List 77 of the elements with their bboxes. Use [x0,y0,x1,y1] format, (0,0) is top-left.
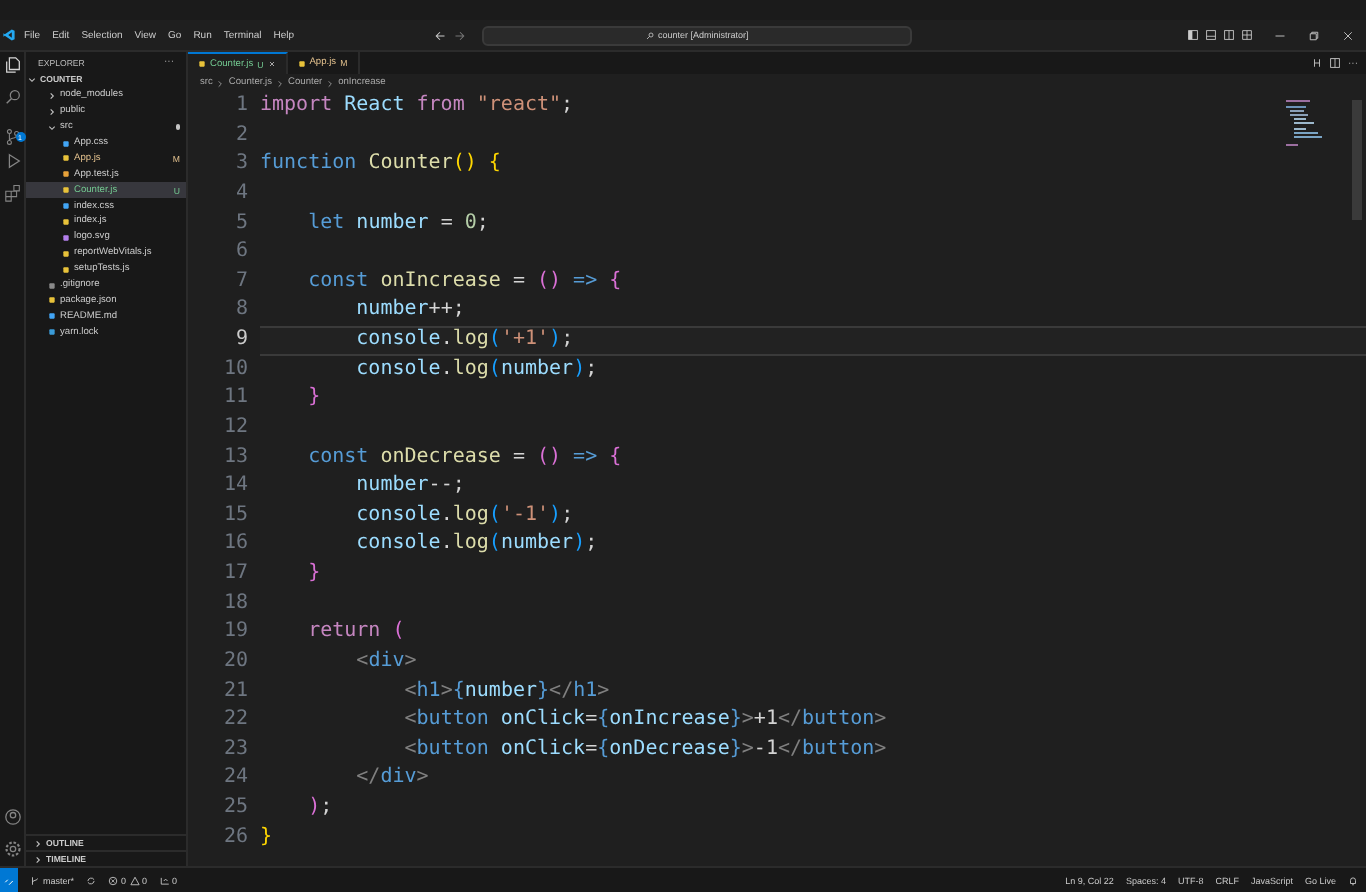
account-icon[interactable] [3,808,21,826]
code-line: <h1>{number}</h1> [402,679,610,701]
code-line: number++; [354,298,465,321]
restore-icon[interactable] [1308,29,1320,41]
settings-icon[interactable] [3,840,21,858]
sync-icon[interactable] [86,875,97,885]
extensions-icon[interactable] [3,184,21,202]
code-line: </div> [354,766,429,789]
line-number: 23 [221,735,248,764]
ports-icon[interactable] [159,875,170,885]
search-icon [645,31,654,39]
line-number: 11 [221,384,248,413]
code-line: const onDecrease = () => { [306,445,622,467]
code-line: let number = 0; [306,211,489,233]
line-number: 14 [221,472,248,501]
code-line: console.log('+1'); [354,328,574,350]
line-number: 20 [221,647,248,676]
line-number: 5 [233,209,248,237]
code-line: } [260,825,273,848]
line-number: 3 [233,150,248,179]
minimize-icon[interactable] [1274,29,1286,41]
forward-icon[interactable] [454,29,467,41]
code-line: function Counter() { [260,152,501,175]
code-line: console.log('-1'); [354,503,574,526]
line-number: 8 [233,296,248,325]
line-number: 9 [233,326,248,354]
error-icon[interactable] [108,875,119,885]
line-number: 19 [221,618,248,647]
search-icon[interactable] [3,88,21,106]
code-line: <button onClick={onDecrease}>-1</button> [402,737,887,760]
line-number: 10 [221,355,248,384]
code-line: <div> [354,649,417,672]
line-number: 6 [233,238,248,267]
code-line: return ( [306,620,405,643]
file-icon [297,59,306,67]
code-line: const onIncrease = () => { [306,269,622,292]
line-number: 25 [221,794,248,822]
code-line: } [306,562,321,584]
line-number: 26 [221,823,248,852]
line-number: 15 [221,501,248,530]
line-number: 22 [221,706,248,735]
source-control-icon[interactable] [3,128,21,146]
line-number: 21 [221,677,248,705]
code-line: } [306,386,321,409]
split-editor-icon[interactable] [1330,58,1340,68]
file-icon [198,60,206,68]
scrollbar[interactable] [1352,100,1362,220]
app-logo-icon [2,28,16,42]
line-number: 16 [221,530,248,559]
code-line: console.log(number); [354,357,598,380]
files-icon[interactable] [3,56,21,74]
remote-icon [4,875,14,885]
line-number: 18 [221,589,248,618]
code-line: console.log(number); [354,532,598,555]
code-line: import React from "react"; [260,94,574,116]
line-number: 7 [233,267,248,296]
bell-icon[interactable] [1348,875,1358,885]
back-icon[interactable] [434,29,447,41]
layout-icon[interactable] [1206,30,1216,40]
code-line: ); [306,796,333,818]
line-number: 24 [221,764,248,793]
code-line: number--; [354,474,465,497]
minimap [1286,100,1322,146]
branch-icon[interactable] [30,875,40,885]
line-number: 17 [221,560,248,588]
line-number: 2 [233,121,248,150]
run-debug-icon[interactable] [3,152,21,170]
line-number: 12 [221,413,248,442]
warning-icon[interactable] [129,875,140,885]
line-number: 1 [233,92,248,120]
layout-icon[interactable] [1242,30,1252,40]
layout-icon[interactable] [1224,30,1234,40]
close-icon[interactable] [1342,29,1354,41]
code-line: <button onClick={onIncrease}>+1</button> [402,708,887,731]
line-number: 4 [233,179,248,208]
layout-icon[interactable] [1188,30,1198,40]
line-number: 13 [221,443,248,471]
